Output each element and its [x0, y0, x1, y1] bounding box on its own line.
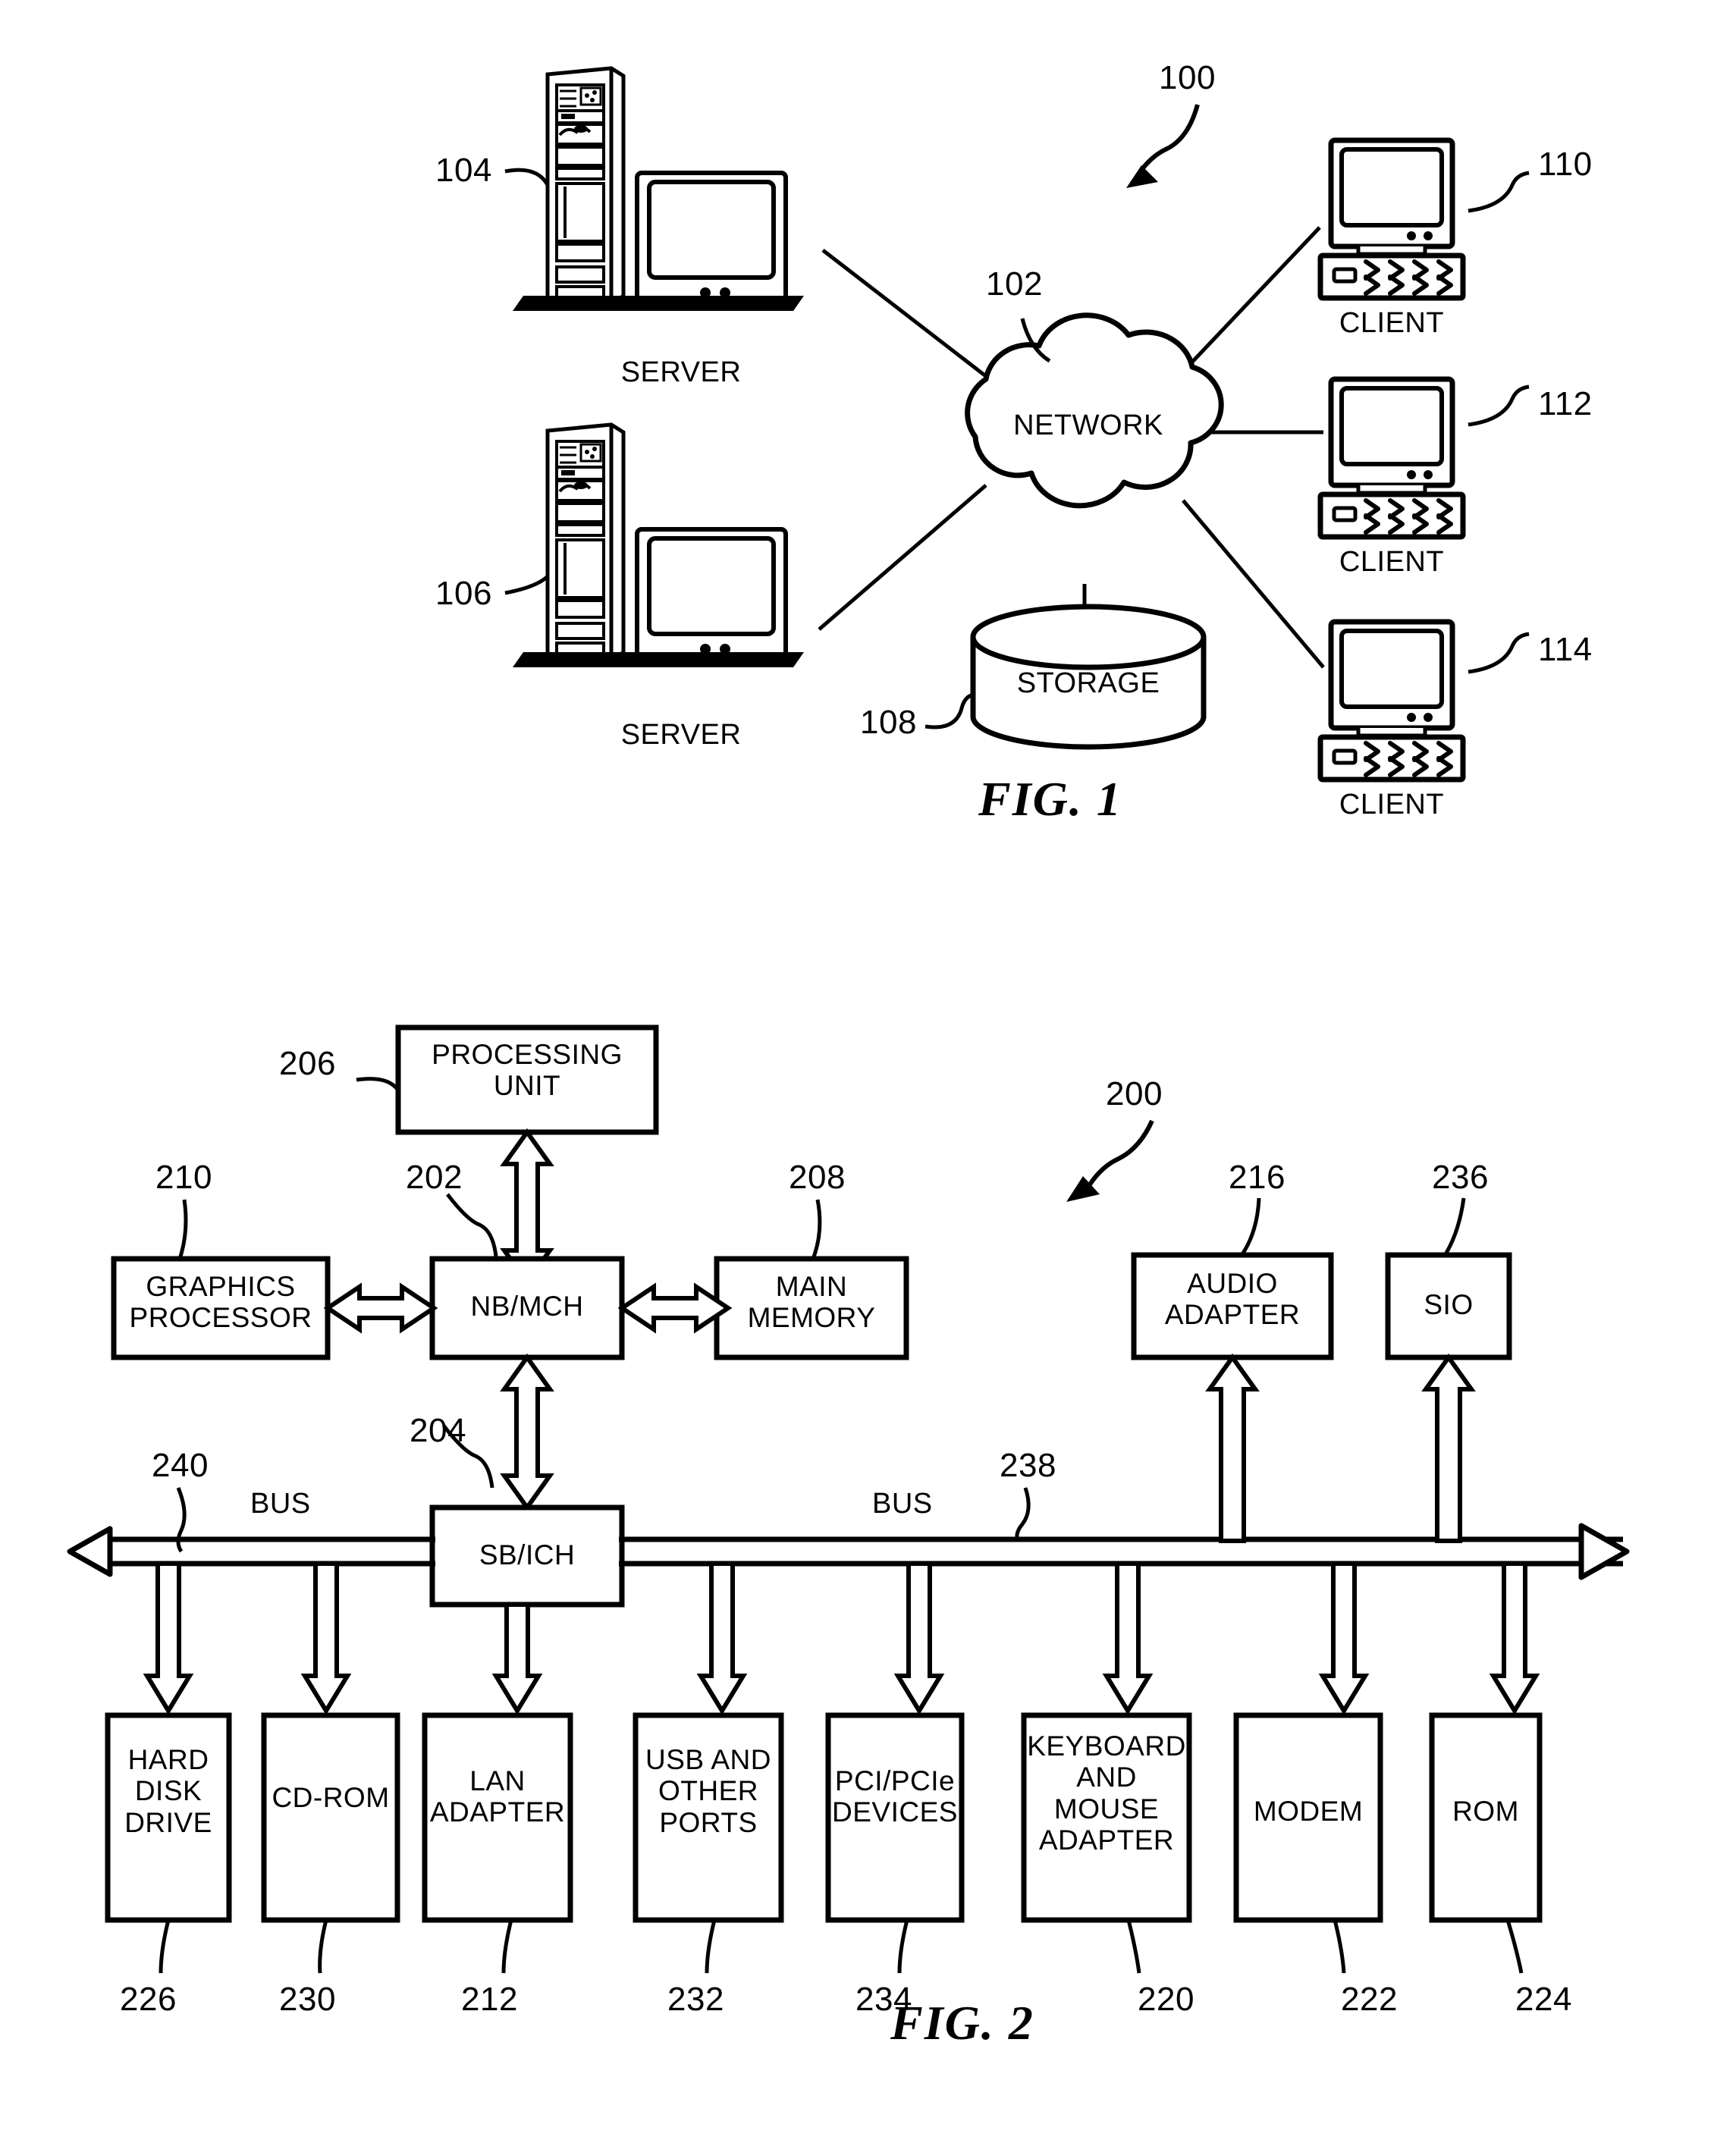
client-112-symbol [1320, 379, 1463, 537]
ref-208: 208 [789, 1159, 846, 1196]
label-bus-right: BUS [872, 1488, 933, 1520]
label-rom: ROM [1452, 1796, 1519, 1827]
ref-210: 210 [155, 1159, 212, 1196]
label-cd-rom: CD-ROM [272, 1782, 390, 1813]
label-client-110: CLIENT [1339, 307, 1445, 339]
ref-212: 212 [461, 1981, 518, 2018]
ref-224: 224 [1515, 1981, 1572, 2018]
ref-220: 220 [1138, 1981, 1194, 2018]
label-storage: STORAGE [1016, 667, 1160, 699]
label-server-104: SERVER [620, 356, 742, 388]
server-104-symbol [548, 68, 623, 305]
ref-110: 110 [1538, 146, 1593, 183]
label-audio-adapter: AUDIO ADAPTER [1164, 1268, 1301, 1331]
bus-arrow-right [1578, 1523, 1630, 1580]
label-sb-ich: SB/ICH [479, 1539, 576, 1570]
arrow-nbmch-sbich [500, 1353, 554, 1512]
label-client-114: CLIENT [1339, 789, 1445, 820]
ref-100: 100 [1159, 59, 1216, 96]
server-104-monitor [637, 173, 786, 306]
label-hard-disk-drive: HARD DISK DRIVE [124, 1744, 212, 1838]
ref-222: 222 [1341, 1981, 1398, 2018]
ref-238: 238 [1000, 1447, 1056, 1484]
ref-108: 108 [860, 704, 917, 741]
arrow-gp-nbmch [323, 1282, 438, 1334]
label-keyboard-mouse-adapter: KEYBOARD AND MOUSE ADAPTER [1027, 1730, 1186, 1856]
label-usb-other-ports: USB AND OTHER PORTS [645, 1744, 771, 1838]
label-main-memory: MAIN MEMORY [747, 1271, 876, 1334]
patent-drawing-sheet: 100 104 SERVER 106 SERVER 102 NETWORK 10… [0, 0, 1736, 2146]
client-114-symbol [1320, 622, 1463, 780]
ref-216: 216 [1229, 1159, 1286, 1196]
bus-arrow-left [67, 1526, 113, 1577]
label-modem: MODEM [1253, 1796, 1364, 1827]
ref-114: 114 [1538, 631, 1593, 668]
client-110-symbol [1320, 140, 1463, 298]
label-bus-left: BUS [250, 1488, 311, 1520]
ref-202: 202 [406, 1159, 463, 1196]
ref-240: 240 [152, 1447, 209, 1484]
ref-230: 230 [279, 1981, 336, 2018]
ref-232: 232 [667, 1981, 724, 2018]
figure-2-caption: FIG. 2 [890, 1996, 1034, 2050]
label-sio: SIO [1424, 1289, 1474, 1320]
box-cd-rom [261, 1712, 400, 1923]
bus-rails [110, 1536, 1623, 1567]
ref-206: 206 [279, 1045, 336, 1082]
server-106-symbol [548, 425, 623, 661]
ref-236: 236 [1432, 1159, 1489, 1196]
arrow-bus-audio [1205, 1353, 1260, 1543]
label-server-106: SERVER [620, 719, 742, 751]
figure-1-caption: FIG. 1 [978, 772, 1122, 826]
ref-104: 104 [435, 152, 492, 189]
arrow-bus-sio [1421, 1353, 1476, 1543]
ref-226: 226 [120, 1981, 177, 2018]
bus-down-arrows [151, 1564, 1532, 1715]
label-network: NETWORK [1013, 409, 1163, 441]
label-client-112: CLIENT [1339, 546, 1445, 578]
server-106-monitor [637, 529, 786, 663]
ref-200: 200 [1106, 1075, 1163, 1112]
label-processing-unit: PROCESSING UNIT [432, 1039, 623, 1102]
ref-112: 112 [1538, 385, 1593, 422]
ref-106: 106 [435, 575, 492, 612]
ref-204: 204 [410, 1412, 466, 1449]
label-pci-pcie-devices: PCI/PCIe DEVICES [832, 1765, 958, 1828]
arrow-nbmch-mm [617, 1282, 733, 1334]
label-lan-adapter: LAN ADAPTER [429, 1765, 566, 1828]
ref-102: 102 [986, 265, 1043, 303]
label-graphics-processor: GRAPHICS PROCESSOR [129, 1271, 312, 1334]
label-nb-mch: NB/MCH [470, 1291, 584, 1322]
